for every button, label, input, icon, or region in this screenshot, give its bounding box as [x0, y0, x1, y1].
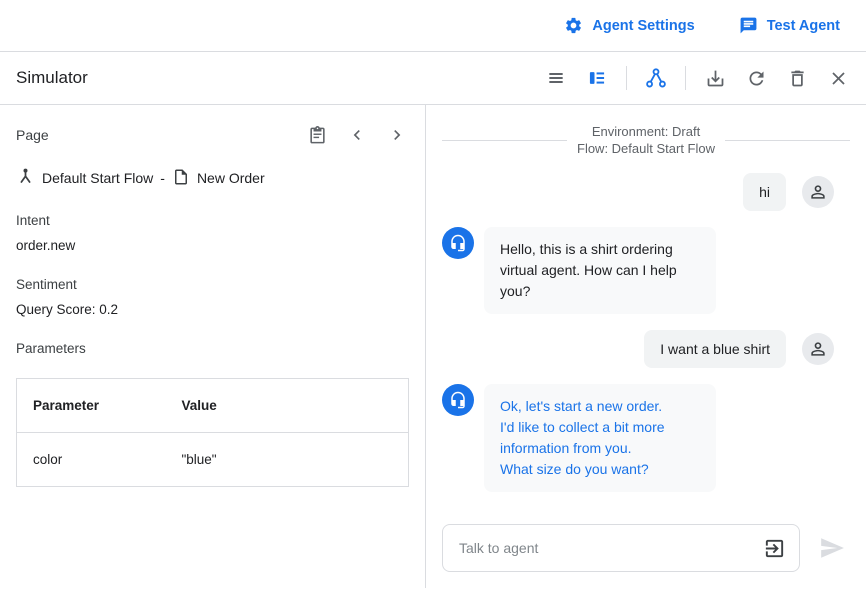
enter-input-icon[interactable]: [761, 535, 787, 561]
value-column-header: Value: [165, 379, 408, 433]
turn-details-panel: Page Default Start Flow: [0, 105, 426, 588]
settings-gear-icon: [564, 16, 583, 35]
chat-input-box[interactable]: [442, 524, 800, 572]
intent-label: Intent: [16, 213, 409, 228]
agent-settings-button[interactable]: Agent Settings: [564, 16, 694, 35]
chevron-left-icon[interactable]: [345, 123, 369, 147]
agent-message-bubble: Ok, let's start a new order. I'd like to…: [484, 384, 716, 492]
simulator-toolbar: [544, 66, 850, 90]
page-actions: [305, 123, 409, 147]
user-message-bubble: I want a blue shirt: [644, 330, 786, 368]
parameter-column-header: Parameter: [17, 379, 166, 433]
user-message-bubble: hi: [743, 173, 786, 211]
send-icon[interactable]: [818, 534, 846, 562]
agent-message: Ok, let's start a new order. I'd like to…: [442, 384, 834, 492]
environment-name: Environment: Draft: [577, 123, 715, 140]
user-message: I want a blue shirt: [442, 330, 834, 368]
flow-page-row: Default Start Flow - New Order: [16, 167, 409, 189]
chat-bubble-icon: [739, 16, 758, 35]
user-message: hi: [442, 173, 834, 211]
environment-info: Environment: Draft Flow: Default Start F…: [577, 123, 715, 157]
agent-headset-icon: [442, 384, 474, 416]
flow-icon: [16, 167, 35, 189]
value-cell: "blue": [165, 433, 408, 487]
agent-message-bubble: Hello, this is a shirt ordering virtual …: [484, 227, 716, 314]
toolbar-divider: [626, 66, 627, 90]
delete-icon[interactable]: [785, 66, 809, 90]
divider-line: [442, 140, 567, 141]
parameters-label: Parameters: [16, 341, 409, 356]
save-conversation-icon[interactable]: [703, 66, 727, 90]
conversation-panel: Environment: Draft Flow: Default Start F…: [426, 105, 866, 588]
environment-header: Environment: Draft Flow: Default Start F…: [442, 123, 850, 157]
page-file-icon: [172, 168, 190, 189]
simulator-header: Simulator: [0, 52, 866, 105]
user-avatar: [802, 176, 834, 208]
close-icon[interactable]: [826, 66, 850, 90]
message-list: hi Hello, this is a shirt ordering virtu…: [442, 173, 850, 492]
toolbar-divider: [685, 66, 686, 90]
chat-input-row: [442, 524, 850, 572]
content-area: Page Default Start Flow: [0, 105, 866, 588]
flow-name-line: Flow: Default Start Flow: [577, 140, 715, 157]
test-agent-button[interactable]: Test Agent: [739, 16, 840, 35]
clipboard-icon[interactable]: [305, 123, 329, 147]
sentiment-value: Query Score: 0.2: [16, 302, 409, 317]
top-bar: Agent Settings Test Agent: [0, 0, 866, 52]
divider-line: [725, 140, 850, 141]
parameter-cell: color: [17, 433, 166, 487]
sentiment-label: Sentiment: [16, 277, 409, 292]
page-row: Page: [16, 123, 409, 147]
table-header-row: Parameter Value: [17, 379, 409, 433]
parameters-table: Parameter Value color "blue": [16, 378, 409, 487]
table-row: color "blue": [17, 433, 409, 487]
talk-to-agent-input[interactable]: [459, 540, 761, 556]
chevron-right-icon[interactable]: [385, 123, 409, 147]
test-agent-label: Test Agent: [767, 18, 840, 34]
user-avatar: [802, 333, 834, 365]
simulator-window: Agent Settings Test Agent Simulator: [0, 0, 866, 589]
detailed-view-icon[interactable]: [585, 66, 609, 90]
agent-settings-label: Agent Settings: [592, 18, 694, 34]
flow-name[interactable]: Default Start Flow: [42, 170, 153, 186]
agent-message: Hello, this is a shirt ordering virtual …: [442, 227, 834, 314]
page-label: Page: [16, 127, 49, 143]
agent-headset-icon: [442, 227, 474, 259]
flow-graph-icon[interactable]: [644, 66, 668, 90]
page-name[interactable]: New Order: [197, 170, 265, 186]
flow-page-separator: -: [160, 170, 165, 186]
page-title: Simulator: [16, 68, 88, 88]
intent-value: order.new: [16, 238, 409, 253]
reset-icon[interactable]: [744, 66, 768, 90]
compact-view-icon[interactable]: [544, 66, 568, 90]
